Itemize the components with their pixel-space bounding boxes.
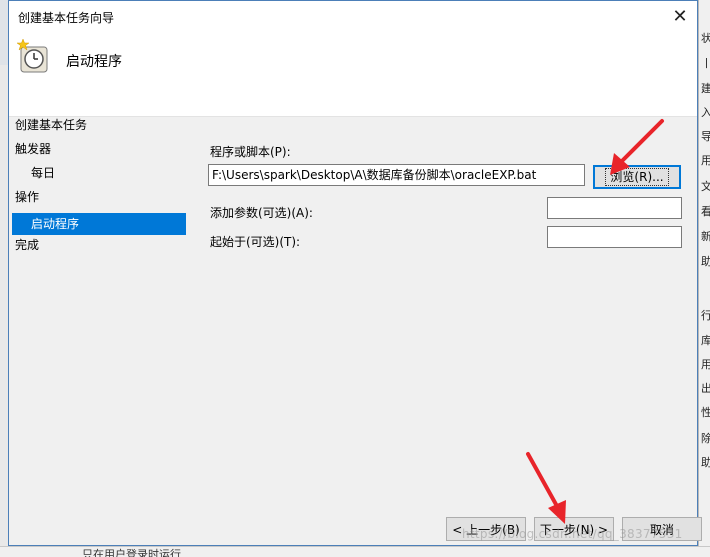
background-window-text: 性 bbox=[701, 404, 710, 420]
program-script-label: 程序或脚本(P): bbox=[210, 145, 291, 159]
background-window-text: 导 bbox=[701, 128, 710, 144]
create-basic-task-wizard: 创建基本任务向导 ✕ 启动程序 创建基本任务 触发器 每日 操作 启动程序 完成… bbox=[8, 0, 702, 546]
wizard-step-nav: 创建基本任务 触发器 每日 操作 启动程序 完成 bbox=[9, 116, 189, 416]
browse-button-label: 浏览(R)... bbox=[605, 168, 669, 186]
close-icon: ✕ bbox=[672, 5, 688, 27]
task-clock-icon bbox=[16, 38, 48, 73]
start-in-input[interactable] bbox=[547, 226, 682, 248]
nav-step-action[interactable]: 操作 bbox=[12, 186, 186, 208]
watermark: https://blog.csdn.net/qq_38377531 bbox=[462, 527, 683, 541]
browse-button[interactable]: 浏览(R)... bbox=[593, 165, 681, 189]
background-window-text: 入 bbox=[701, 104, 710, 120]
title-bar: 创建基本任务向导 ✕ bbox=[9, 1, 697, 31]
background-window-text: 助 bbox=[701, 454, 710, 470]
add-arguments-input[interactable] bbox=[547, 197, 682, 219]
background-window-text: 助 bbox=[701, 253, 710, 269]
nav-step-trigger[interactable]: 触发器 bbox=[12, 138, 186, 160]
background-window-text: 看 bbox=[701, 203, 710, 219]
nav-step-daily[interactable]: 每日 bbox=[12, 162, 186, 184]
program-script-input[interactable]: F:\Users\spark\Desktop\A\数据库备份脚本\oracleE… bbox=[208, 164, 585, 186]
background-window-text: 用 bbox=[701, 152, 710, 168]
background-window-text: 文 bbox=[701, 178, 710, 194]
background-window-text: 行 bbox=[701, 307, 710, 323]
background-window-text: 出 bbox=[701, 380, 710, 396]
window-title: 创建基本任务向导 bbox=[18, 11, 115, 25]
wizard-header: 启动程序 bbox=[9, 31, 697, 117]
background-window-bottom: 只在用户登录时运行 bbox=[0, 546, 710, 557]
nav-step-finish[interactable]: 完成 bbox=[12, 234, 186, 256]
background-window-text: 库 bbox=[701, 332, 710, 348]
page-heading: 启动程序 bbox=[66, 54, 122, 70]
background-window-text: 新 bbox=[701, 228, 710, 244]
close-button[interactable]: ✕ bbox=[665, 3, 695, 29]
background-window-text: 用 bbox=[701, 356, 710, 372]
start-in-label: 起始于(可选)(T): bbox=[210, 235, 301, 249]
background-bottom-text: 只在用户登录时运行 bbox=[82, 548, 181, 557]
background-window-text: 状 bbox=[701, 30, 710, 46]
background-window-right: 状丨建入导用文看新助行库用出性除助 bbox=[698, 0, 710, 556]
background-window-text: 除 bbox=[701, 430, 710, 446]
add-arguments-label: 添加参数(可选)(A): bbox=[210, 206, 313, 220]
nav-step-create-task[interactable]: 创建基本任务 bbox=[12, 114, 186, 136]
background-window-text: 建 bbox=[701, 80, 710, 96]
nav-step-start-program[interactable]: 启动程序 bbox=[12, 213, 186, 235]
background-window-text: 丨 bbox=[701, 55, 710, 71]
